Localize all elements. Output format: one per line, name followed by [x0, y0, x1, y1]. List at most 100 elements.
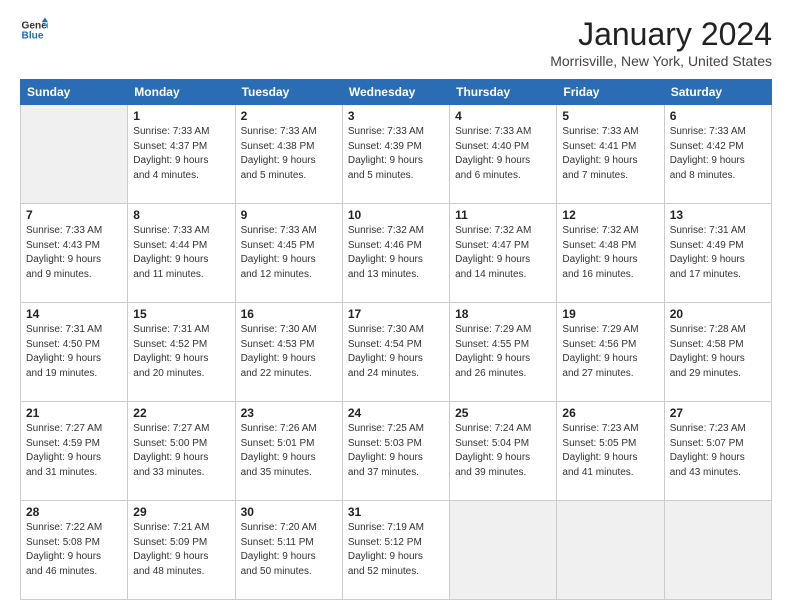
calendar-cell: 14 Sunrise: 7:31 AM Sunset: 4:50 PM Dayli…: [21, 303, 128, 402]
day-info: Sunrise: 7:33 AM Sunset: 4:40 PM Dayligh…: [455, 125, 551, 183]
day-info: Sunrise: 7:33 AM Sunset: 4:39 PM Dayligh…: [348, 125, 444, 183]
calendar-cell: 12 Sunrise: 7:32 AM Sunset: 4:48 PM Dayli…: [557, 204, 664, 303]
svg-text:Blue: Blue: [22, 31, 44, 42]
day-info: Sunrise: 7:23 AM Sunset: 5:07 PM Dayligh…: [670, 422, 766, 480]
day-number: 17: [348, 307, 444, 321]
day-number: 14: [26, 307, 122, 321]
day-info: Sunrise: 7:33 AM Sunset: 4:41 PM Dayligh…: [562, 125, 658, 183]
day-info: Sunrise: 7:31 AM Sunset: 4:52 PM Dayligh…: [133, 323, 229, 381]
header-row: Sunday Monday Tuesday Wednesday Thursday…: [21, 80, 772, 105]
day-info: Sunrise: 7:33 AM Sunset: 4:42 PM Dayligh…: [670, 125, 766, 183]
day-number: 12: [562, 208, 658, 222]
day-number: 19: [562, 307, 658, 321]
calendar-cell: 22Sunrise: 7:27 AM Sunset: 5:00 PM Dayli…: [128, 402, 235, 501]
day-info: Sunrise: 7:33 AM Sunset: 4:44 PM Dayligh…: [133, 224, 229, 282]
calendar-cell: [557, 501, 664, 600]
calendar-cell: 10Sunrise: 7:32 AM Sunset: 4:46 PM Dayli…: [342, 204, 449, 303]
day-number: 20: [670, 307, 766, 321]
day-number: 24: [348, 406, 444, 420]
calendar-row: 28 Sunrise: 7:22 AM Sunset: 5:08 PM Dayli…: [21, 501, 772, 600]
calendar-cell: 19 Sunrise: 7:29 AM Sunset: 4:56 PM Dayli…: [557, 303, 664, 402]
day-number: 10: [348, 208, 444, 222]
day-number: 5: [562, 109, 658, 123]
calendar-cell: 9Sunrise: 7:33 AM Sunset: 4:45 PM Daylig…: [235, 204, 342, 303]
calendar-cell: 2Sunrise: 7:33 AM Sunset: 4:38 PM Daylig…: [235, 105, 342, 204]
day-info: Sunrise: 7:27 AM Sunset: 5:00 PM Dayligh…: [133, 422, 229, 480]
col-sunday: Sunday: [21, 80, 128, 105]
day-number: 4: [455, 109, 551, 123]
day-info: Sunrise: 7:21 AM Sunset: 5:09 PM Dayligh…: [133, 521, 229, 579]
day-info: Sunrise: 7:27 AM Sunset: 4:59 PM Dayligh…: [26, 422, 122, 480]
calendar-cell: 21 Sunrise: 7:27 AM Sunset: 4:59 PM Dayli…: [21, 402, 128, 501]
day-info: Sunrise: 7:31 AM Sunset: 4:50 PM Dayligh…: [26, 323, 122, 381]
day-info: Sunrise: 7:30 AM Sunset: 4:54 PM Dayligh…: [348, 323, 444, 381]
title-block: January 2024 Morrisville, New York, Unit…: [550, 16, 772, 69]
col-wednesday: Wednesday: [342, 80, 449, 105]
day-info: Sunrise: 7:28 AM Sunset: 4:58 PM Dayligh…: [670, 323, 766, 381]
day-number: 15: [133, 307, 229, 321]
calendar-row: 21 Sunrise: 7:27 AM Sunset: 4:59 PM Dayli…: [21, 402, 772, 501]
calendar-cell: [450, 501, 557, 600]
calendar-cell: 4 Sunrise: 7:33 AM Sunset: 4:40 PM Daylig…: [450, 105, 557, 204]
col-tuesday: Tuesday: [235, 80, 342, 105]
day-number: 18: [455, 307, 551, 321]
day-number: 21: [26, 406, 122, 420]
calendar-cell: 23 Sunrise: 7:26 AM Sunset: 5:01 PM Dayli…: [235, 402, 342, 501]
calendar-row: 1 Sunrise: 7:33 AM Sunset: 4:37 PM Daylig…: [21, 105, 772, 204]
header: General Blue January 2024 Morrisville, N…: [20, 16, 772, 69]
day-info: Sunrise: 7:29 AM Sunset: 4:55 PM Dayligh…: [455, 323, 551, 381]
calendar-cell: 31 Sunrise: 7:19 AM Sunset: 5:12 PM Dayli…: [342, 501, 449, 600]
day-info: Sunrise: 7:19 AM Sunset: 5:12 PM Dayligh…: [348, 521, 444, 579]
day-number: 16: [241, 307, 337, 321]
calendar-cell: 5 Sunrise: 7:33 AM Sunset: 4:41 PM Daylig…: [557, 105, 664, 204]
calendar-cell: 29 Sunrise: 7:21 AM Sunset: 5:09 PM Dayli…: [128, 501, 235, 600]
calendar-cell: 1 Sunrise: 7:33 AM Sunset: 4:37 PM Daylig…: [128, 105, 235, 204]
calendar-cell: 25 Sunrise: 7:24 AM Sunset: 5:04 PM Dayli…: [450, 402, 557, 501]
day-number: 11: [455, 208, 551, 222]
day-number: 31: [348, 505, 444, 519]
day-number: 2: [241, 109, 337, 123]
logo: General Blue: [20, 16, 48, 44]
col-thursday: Thursday: [450, 80, 557, 105]
day-info: Sunrise: 7:32 AM Sunset: 4:48 PM Dayligh…: [562, 224, 658, 282]
day-info: Sunrise: 7:24 AM Sunset: 5:04 PM Dayligh…: [455, 422, 551, 480]
calendar-cell: 13Sunrise: 7:31 AM Sunset: 4:49 PM Dayli…: [664, 204, 771, 303]
day-number: 3: [348, 109, 444, 123]
calendar-cell: 26Sunrise: 7:23 AM Sunset: 5:05 PM Dayli…: [557, 402, 664, 501]
day-number: 9: [241, 208, 337, 222]
calendar-cell: [664, 501, 771, 600]
calendar-row: 7 Sunrise: 7:33 AM Sunset: 4:43 PM Daylig…: [21, 204, 772, 303]
day-info: Sunrise: 7:33 AM Sunset: 4:43 PM Dayligh…: [26, 224, 122, 282]
calendar-cell: 15 Sunrise: 7:31 AM Sunset: 4:52 PM Dayli…: [128, 303, 235, 402]
day-number: 30: [241, 505, 337, 519]
day-number: 7: [26, 208, 122, 222]
day-info: Sunrise: 7:29 AM Sunset: 4:56 PM Dayligh…: [562, 323, 658, 381]
calendar-row: 14 Sunrise: 7:31 AM Sunset: 4:50 PM Dayli…: [21, 303, 772, 402]
calendar-cell: 24Sunrise: 7:25 AM Sunset: 5:03 PM Dayli…: [342, 402, 449, 501]
col-friday: Friday: [557, 80, 664, 105]
day-info: Sunrise: 7:20 AM Sunset: 5:11 PM Dayligh…: [241, 521, 337, 579]
day-info: Sunrise: 7:22 AM Sunset: 5:08 PM Dayligh…: [26, 521, 122, 579]
day-number: 28: [26, 505, 122, 519]
calendar-cell: 8Sunrise: 7:33 AM Sunset: 4:44 PM Daylig…: [128, 204, 235, 303]
calendar-table: Sunday Monday Tuesday Wednesday Thursday…: [20, 79, 772, 600]
day-info: Sunrise: 7:23 AM Sunset: 5:05 PM Dayligh…: [562, 422, 658, 480]
day-info: Sunrise: 7:26 AM Sunset: 5:01 PM Dayligh…: [241, 422, 337, 480]
calendar-cell: 27Sunrise: 7:23 AM Sunset: 5:07 PM Dayli…: [664, 402, 771, 501]
calendar-cell: 3 Sunrise: 7:33 AM Sunset: 4:39 PM Daylig…: [342, 105, 449, 204]
calendar-cell: 16Sunrise: 7:30 AM Sunset: 4:53 PM Dayli…: [235, 303, 342, 402]
calendar-cell: 30 Sunrise: 7:20 AM Sunset: 5:11 PM Dayli…: [235, 501, 342, 600]
calendar-cell: 6Sunrise: 7:33 AM Sunset: 4:42 PM Daylig…: [664, 105, 771, 204]
calendar-cell: 20 Sunrise: 7:28 AM Sunset: 4:58 PM Dayli…: [664, 303, 771, 402]
day-number: 29: [133, 505, 229, 519]
day-number: 25: [455, 406, 551, 420]
col-saturday: Saturday: [664, 80, 771, 105]
month-title: January 2024: [550, 16, 772, 53]
day-number: 23: [241, 406, 337, 420]
calendar-cell: [21, 105, 128, 204]
day-info: Sunrise: 7:33 AM Sunset: 4:37 PM Dayligh…: [133, 125, 229, 183]
day-number: 1: [133, 109, 229, 123]
calendar-cell: 7 Sunrise: 7:33 AM Sunset: 4:43 PM Daylig…: [21, 204, 128, 303]
logo-icon: General Blue: [20, 16, 48, 44]
day-info: Sunrise: 7:31 AM Sunset: 4:49 PM Dayligh…: [670, 224, 766, 282]
